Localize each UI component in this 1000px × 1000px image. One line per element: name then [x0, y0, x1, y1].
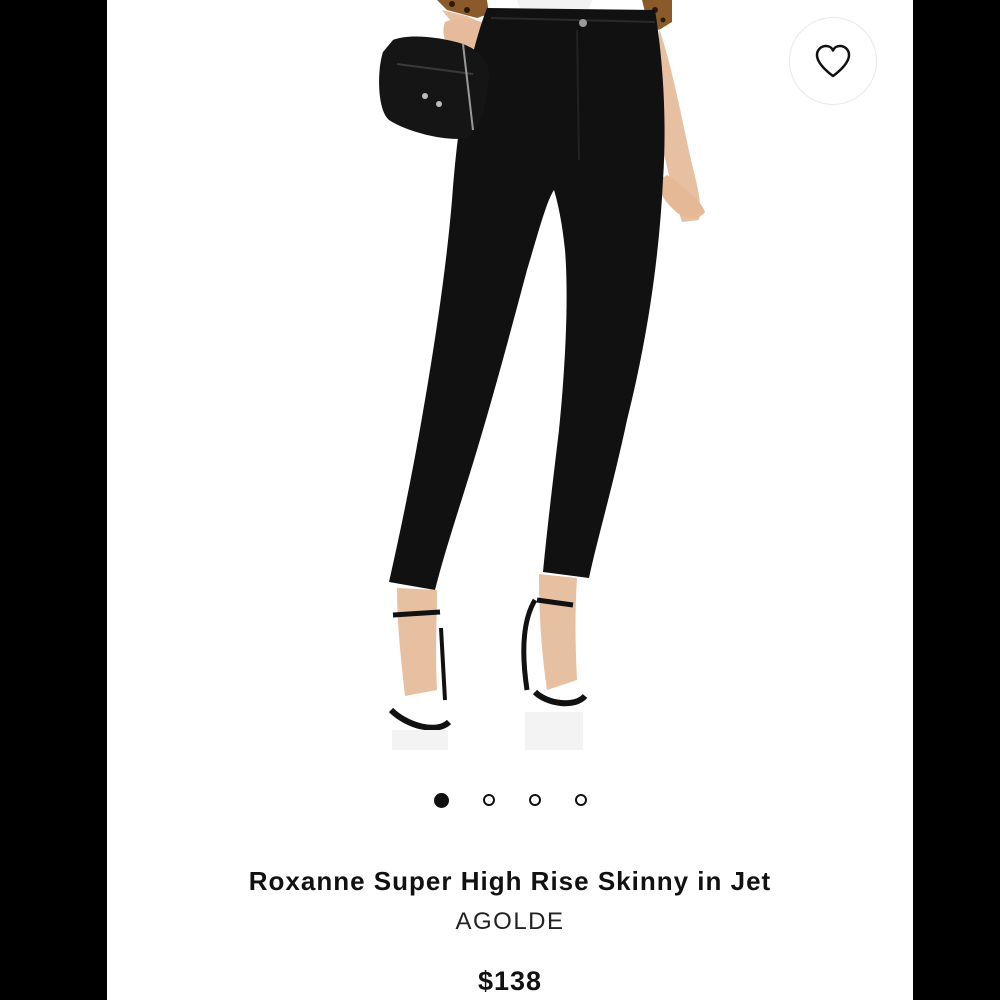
product-brand[interactable]: AGOLDE — [107, 908, 913, 936]
favorite-button[interactable] — [789, 17, 877, 105]
carousel-dot-1[interactable] — [433, 793, 449, 808]
product-price: $138 — [477, 966, 543, 996]
heart-outline-icon — [815, 44, 851, 78]
carousel-dot-4[interactable] — [574, 794, 587, 806]
product-image[interactable] — [107, 0, 913, 770]
product-title: Roxanne Super High Rise Skinny in Jet — [248, 866, 772, 896]
product-card: Roxanne Super High Rise Skinny in Jet AG… — [107, 0, 913, 1000]
carousel-dot-3[interactable] — [528, 794, 541, 806]
image-carousel-indicators — [107, 793, 913, 808]
carousel-dot-2[interactable] — [482, 794, 495, 806]
